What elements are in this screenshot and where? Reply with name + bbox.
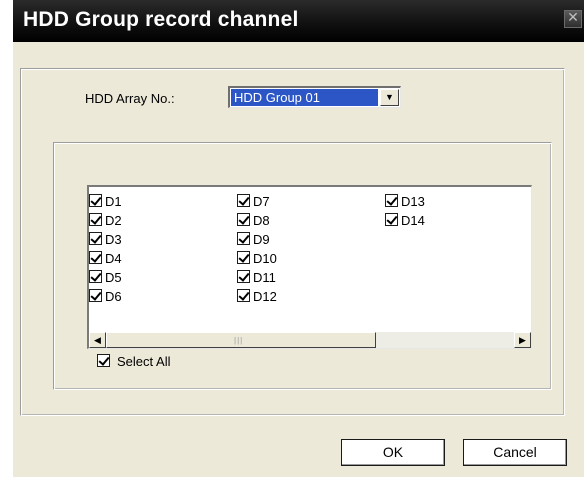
channel-item[interactable]: D8 (237, 211, 277, 230)
checkbox-icon[interactable] (237, 213, 250, 226)
checkbox-icon[interactable] (385, 194, 398, 207)
hdd-array-label: HDD Array No.: (85, 91, 175, 106)
ok-button[interactable]: OK (341, 439, 445, 466)
scroll-left-icon[interactable]: ◀ (89, 332, 106, 348)
select-all-label: Select All (117, 354, 171, 369)
cancel-button[interactable]: Cancel (463, 439, 567, 466)
channel-item[interactable]: D3 (89, 230, 122, 249)
channel-item[interactable]: D1 (89, 192, 122, 211)
checkbox-icon[interactable] (385, 213, 398, 226)
checkbox-icon[interactable] (237, 270, 250, 283)
checkbox-icon[interactable] (89, 194, 102, 207)
channel-label: D2 (105, 213, 122, 228)
chevron-down-icon[interactable]: ▼ (380, 89, 399, 106)
channel-item[interactable]: D14 (385, 211, 425, 230)
channel-label: D7 (253, 194, 270, 209)
channel-label: D9 (253, 232, 270, 247)
close-icon[interactable]: ✕ (564, 10, 582, 28)
channel-item[interactable]: D10 (237, 249, 277, 268)
window-title: HDD Group record channel (23, 8, 299, 31)
horizontal-scrollbar[interactable]: ◀ ||| ▶ (89, 332, 531, 348)
channel-label: D13 (401, 194, 425, 209)
checkbox-icon[interactable] (89, 270, 102, 283)
channel-item[interactable]: D5 (89, 268, 122, 287)
channel-columns: D1 D2 D3 D4 D5 D6 D7 D8 D9 D10 D11 D12 D13 D14 (89, 192, 529, 320)
checkbox-icon[interactable] (97, 354, 110, 367)
scroll-right-icon[interactable]: ▶ (514, 332, 531, 348)
hdd-array-selected-value: HDD Group 01 (231, 89, 378, 106)
channel-column: D1 D2 D3 D4 D5 D6 (89, 192, 122, 306)
channel-label: D1 (105, 194, 122, 209)
channel-column: D13 D14 (385, 192, 425, 230)
channel-label: D3 (105, 232, 122, 247)
checkbox-icon[interactable] (237, 251, 250, 264)
channel-item[interactable]: D7 (237, 192, 277, 211)
checkbox-icon[interactable] (237, 194, 250, 207)
channel-label: D14 (401, 213, 425, 228)
channel-label: D8 (253, 213, 270, 228)
channel-label: D5 (105, 270, 122, 285)
channel-item[interactable]: D13 (385, 192, 425, 211)
scroll-thumb[interactable]: ||| (106, 332, 376, 348)
select-all-checkbox[interactable]: Select All (97, 352, 170, 371)
checkbox-icon[interactable] (89, 232, 102, 245)
checkbox-icon[interactable] (89, 251, 102, 264)
channel-label: D11 (253, 270, 276, 285)
channel-item[interactable]: D12 (237, 287, 277, 306)
channel-item[interactable]: D2 (89, 211, 122, 230)
channel-item[interactable]: D6 (89, 287, 122, 306)
checkbox-icon[interactable] (89, 213, 102, 226)
channel-label: D4 (105, 251, 122, 266)
title-bar[interactable]: HDD Group record channel ✕ (13, 0, 584, 42)
hdd-array-select[interactable]: HDD Group 01 ▼ (228, 86, 401, 108)
channel-list: D1 D2 D3 D4 D5 D6 D7 D8 D9 D10 D11 D12 D13 D14 ◀ ||| … (87, 185, 532, 349)
channel-item[interactable]: D11 (237, 268, 277, 287)
channel-label: D12 (253, 289, 277, 304)
grip-icon: ||| (234, 336, 244, 345)
channel-item[interactable]: D9 (237, 230, 277, 249)
checkbox-icon[interactable] (89, 289, 102, 302)
channel-label: D6 (105, 289, 122, 304)
channel-column: D7 D8 D9 D10 D11 D12 (237, 192, 277, 306)
checkbox-icon[interactable] (237, 289, 250, 302)
channel-item[interactable]: D4 (89, 249, 122, 268)
channel-label: D10 (253, 251, 277, 266)
checkbox-icon[interactable] (237, 232, 250, 245)
